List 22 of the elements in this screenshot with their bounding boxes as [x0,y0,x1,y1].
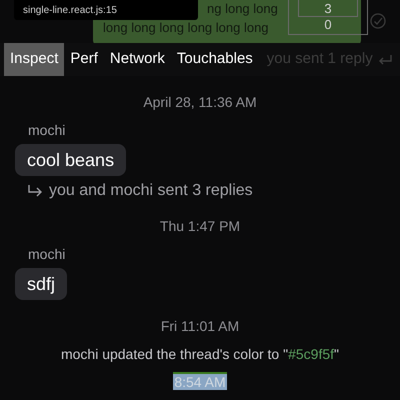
devtools-tab[interactable]: Network [104,43,171,76]
timestamp: 8:54 AM [173,372,227,390]
reply-arrow-icon [27,184,43,198]
check-icon [370,13,386,29]
timestamp: April 28, 11:36 AM [143,94,257,110]
sender-name: mochi [27,122,66,138]
message-text: long long long long long long [103,19,269,37]
devtools-tab[interactable]: Inspect [4,43,64,76]
box-value: 3 [324,2,332,16]
devtools-tab[interactable]: Touchables [170,43,259,76]
timestamp: Fri 11:01 AM [160,318,240,334]
message-text: ng long long [207,0,278,18]
message-bubble[interactable]: sdfj [15,268,68,300]
timestamp: Thu 1:47 PM [160,218,240,234]
return-arrow-icon [376,54,393,66]
system-message: mochi updated the thread's color to "#5c9f5f" [60,346,340,362]
box-value: 0 [324,17,332,32]
sender-name: mochi [27,246,66,262]
source-location: single-line.react.js:15 [23,4,117,18]
replies-link[interactable]: you and mochi sent 3 replies [49,182,253,200]
message-bubble[interactable]: cool beans [15,144,126,176]
devtools-tab[interactable]: Perf [64,43,104,76]
